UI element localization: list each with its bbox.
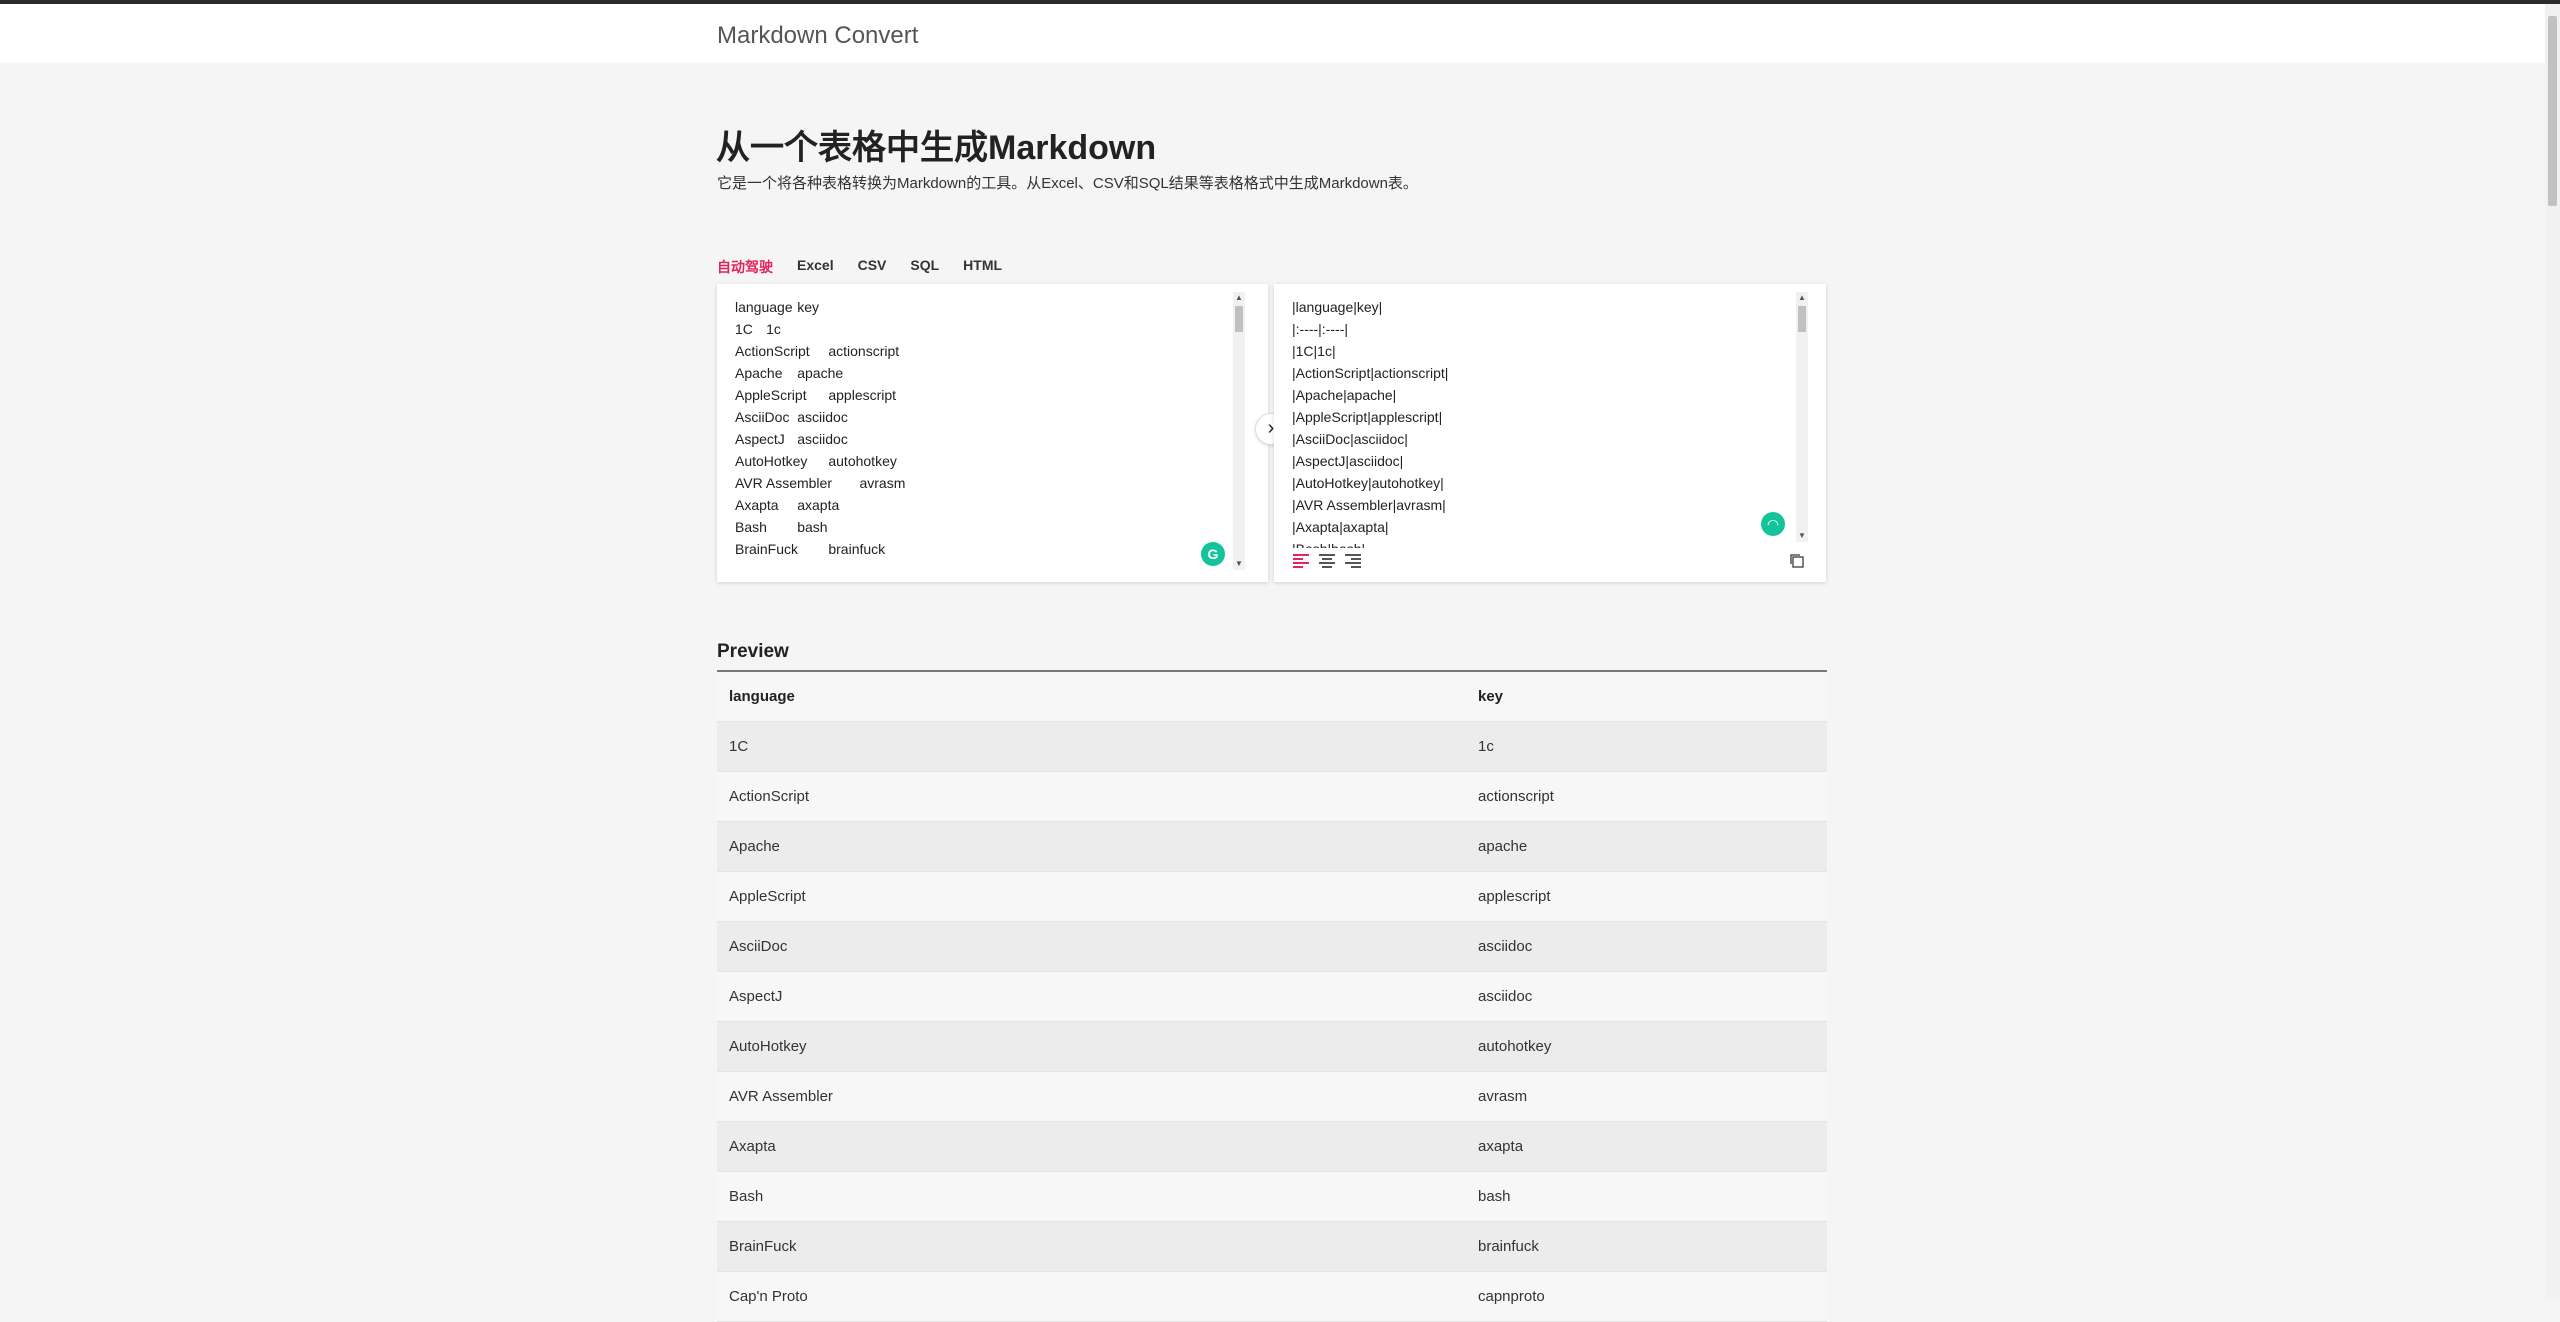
table-cell: AsciiDoc <box>717 921 1466 972</box>
copy-icon[interactable] <box>1788 552 1806 570</box>
table-cell: bash <box>1466 1171 1827 1222</box>
tab-auto[interactable]: 自动驾驶 <box>717 255 785 279</box>
align-right-icon[interactable] <box>1344 552 1362 570</box>
page-scrollbar-thumb[interactable] <box>2548 16 2557 206</box>
table-cell: autohotkey <box>1466 1021 1827 1072</box>
output-scrollbar[interactable]: ▲ ▼ <box>1796 292 1808 542</box>
table-cell: AVR Assembler <box>717 1071 1466 1122</box>
grammarly-icon[interactable]: ◠ <box>1761 512 1785 536</box>
table-cell: brainfuck <box>1466 1221 1827 1272</box>
table-cell: Cap'n Proto <box>717 1271 1466 1322</box>
table-row: AutoHotkey autohotkey <box>717 1021 1827 1072</box>
table-row: Bash bash <box>717 1171 1827 1222</box>
table-header-row: language key <box>717 672 1827 722</box>
table-cell: Apache <box>717 821 1466 872</box>
table-cell: avrasm <box>1466 1071 1827 1122</box>
table-row: AsciiDoc asciidoc <box>717 921 1827 972</box>
table-cell: AppleScript <box>717 871 1466 922</box>
column-header: key <box>1466 672 1827 722</box>
tab-csv[interactable]: CSV <box>858 255 899 279</box>
tab-excel[interactable]: Excel <box>797 255 846 279</box>
table-cell: ActionScript <box>717 771 1466 822</box>
tab-html[interactable]: HTML <box>963 255 1014 279</box>
tab-sql[interactable]: SQL <box>910 255 951 279</box>
table-cell: Bash <box>717 1171 1466 1222</box>
table-cell: AspectJ <box>717 971 1466 1022</box>
table-row: Apache apache <box>717 821 1827 872</box>
output-panel: |language|key| |:----|:----| |1C|1c| |Ac… <box>1274 284 1826 582</box>
table-cell: AutoHotkey <box>717 1021 1466 1072</box>
table-cell: 1c <box>1466 721 1827 772</box>
alignment-toolbar <box>1292 552 1362 570</box>
table-cell: applescript <box>1466 871 1827 922</box>
table-row: AVR Assembler avrasm <box>717 1071 1827 1122</box>
input-scrollbar[interactable]: ▲ ▼ <box>1233 292 1245 570</box>
table-row: AspectJ asciidoc <box>717 971 1827 1022</box>
brand-link[interactable]: Markdown Convert <box>717 22 918 50</box>
scroll-up-arrow-icon[interactable]: ▲ <box>1233 292 1245 304</box>
table-cell: BrainFuck <box>717 1221 1466 1272</box>
table-row: Cap'n Proto capnproto <box>717 1271 1827 1322</box>
preview-title: Preview <box>717 641 789 662</box>
preview-table: language key 1C 1c ActionScript actionscri… <box>717 672 1827 1322</box>
scroll-down-arrow-icon[interactable]: ▼ <box>1796 530 1808 542</box>
format-tabs: 自动驾驶 Excel CSV SQL HTML <box>717 255 1026 279</box>
table-cell: asciidoc <box>1466 971 1827 1022</box>
table-cell: apache <box>1466 821 1827 872</box>
output-scrollbar-thumb[interactable] <box>1798 306 1806 332</box>
table-row: 1C 1c <box>717 721 1827 772</box>
input-scrollbar-thumb[interactable] <box>1235 306 1243 332</box>
table-row: BrainFuck brainfuck <box>717 1221 1827 1272</box>
output-textarea[interactable]: |language|key| |:----|:----| |1C|1c| |Ac… <box>1292 296 1792 548</box>
table-cell: asciidoc <box>1466 921 1827 972</box>
align-center-icon[interactable] <box>1318 552 1336 570</box>
page-description: 它是一个将各种表格转换为Markdown的工具。从Excel、CSV和SQL结果… <box>717 175 1418 192</box>
input-textarea[interactable]: language key 1C 1c ActionScript actionsc… <box>735 296 1235 566</box>
table-cell: capnproto <box>1466 1271 1827 1322</box>
table-cell: Axapta <box>717 1121 1466 1172</box>
column-header: language <box>717 672 1466 722</box>
align-left-icon[interactable] <box>1292 552 1310 570</box>
navbar: Markdown Convert <box>0 4 2545 63</box>
scroll-down-arrow-icon[interactable]: ▼ <box>1233 558 1245 570</box>
table-cell: 1C <box>717 721 1466 772</box>
page-title: 从一个表格中生成Markdown <box>716 129 1157 167</box>
table-row: AppleScript applescript <box>717 871 1827 922</box>
page-scrollbar[interactable] <box>2545 4 2560 1299</box>
input-panel: language key 1C 1c ActionScript actionsc… <box>717 284 1268 582</box>
scroll-up-arrow-icon[interactable]: ▲ <box>1796 292 1808 304</box>
grammarly-icon[interactable]: G <box>1201 542 1225 566</box>
table-cell: axapta <box>1466 1121 1827 1172</box>
table-row: Axapta axapta <box>717 1121 1827 1172</box>
table-cell: actionscript <box>1466 771 1827 822</box>
table-row: ActionScript actionscript <box>717 771 1827 822</box>
